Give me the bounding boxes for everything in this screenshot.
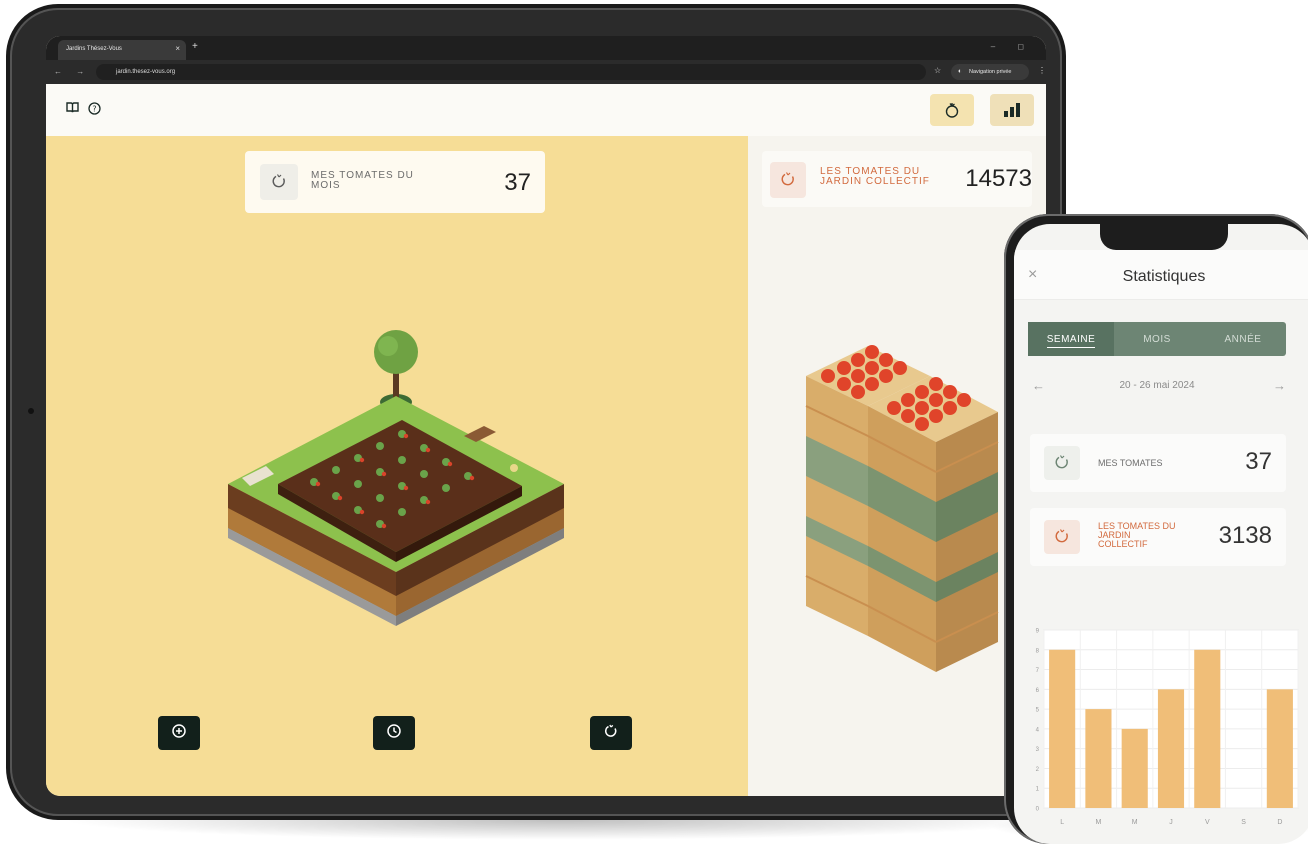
tomato-icon [260,164,298,200]
clock-icon [387,724,401,738]
chart-bar [1121,728,1148,808]
chart-y-tick-label: 9 [1036,629,1040,635]
browser-tab[interactable]: Jardins Thésez-Vous × [58,40,186,60]
tab-week-label: SEMAINE [1046,334,1096,348]
chart-bar [1085,709,1112,808]
private-label: Navigation privée [969,69,1012,75]
weekly-bar-chart: 0 1 2 3 4 5 6 7 8 9 L M M J V S D [1036,629,1299,826]
chart-y-tick-label: 1 [1036,787,1040,793]
harvest-button[interactable] [590,716,632,750]
star-icon[interactable]: ☆ [934,66,941,75]
stats-title: Statistiques [1122,268,1206,285]
add-button[interactable] [158,716,200,750]
garden-panel: MES TOMATES DU MOIS 37 [46,136,748,796]
stat-collective-label: LES TOMATES DU JARDIN COLLECTIF [1098,521,1176,549]
collective-tomatoes-card: LES TOMATES DU JARDIN COLLECTIF 14573 [762,151,1032,207]
chart-x-tick-label: D [1277,819,1282,826]
chart-x-tick-label: V [1205,819,1210,826]
browser-address-bar: ← → C jardin.thesez-vous.org ☆ ◐ Navigat… [46,60,1046,84]
stats-header: × Statistiques [1014,250,1308,300]
stat-mine-value: 37 [1245,448,1272,475]
tomato-icon [604,724,617,737]
browser-tab-title: Jardins Thésez-Vous [66,46,122,52]
date-range: 20 - 26 mai 2024 [1119,380,1195,391]
chart-y-tick-label: 3 [1036,747,1040,753]
date-navigator: ← 20 - 26 mai 2024 → [1028,378,1286,398]
tab-month[interactable]: MOIS [1114,322,1200,356]
chart-y-tick-label: 4 [1036,727,1040,733]
window-controls[interactable]: – ◻ [991,42,1034,51]
tomato-icon [1044,446,1080,480]
chart-x-tick-label: M [1132,819,1138,826]
new-tab-button[interactable]: + [192,42,198,52]
period-tabs: SEMAINE MOIS ANNÉE [1028,322,1286,356]
tab-month-label: MOIS [1143,334,1171,345]
browser-tab-bar: Jardins Thésez-Vous × + – ◻ [46,36,1046,60]
chart-y-tick-label: 8 [1036,648,1040,654]
tab-close-icon[interactable]: × [175,44,180,53]
chart-x-tick-label: J [1169,819,1173,826]
svg-text:?: ? [92,105,96,114]
collective-tomatoes-label: LES TOMATES DU JARDIN COLLECTIF [820,166,930,187]
help-icon[interactable]: ? [88,102,101,118]
private-browsing-badge[interactable]: ◐ Navigation privée [951,64,1029,80]
marketing-composite: Jardins Thésez-Vous × + – ◻ ← → C jardin… [0,0,1308,844]
chart-y-tick-label: 7 [1036,668,1040,674]
stat-card-mine: MES TOMATES 37 [1030,434,1286,492]
tab-week[interactable]: SEMAINE [1028,322,1114,356]
chart-y-tick-label: 5 [1036,708,1040,714]
chart-bar [1157,689,1185,808]
phone-notch [1100,224,1228,250]
add-icon [172,724,186,738]
tomato-button[interactable] [930,94,974,126]
my-tomatoes-card: MES TOMATES DU MOIS 37 [245,151,545,213]
stat-card-collective: LES TOMATES DU JARDIN COLLECTIF 3138 [1030,508,1286,566]
chart-x-tick-label: S [1241,819,1246,826]
url-text: jardin.thesez-vous.org [116,69,176,75]
isometric-garden-illustration [228,330,564,626]
my-tomatoes-value: 37 [504,169,531,196]
tablet-camera [28,408,34,414]
url-field[interactable]: jardin.thesez-vous.org [96,64,926,80]
stats-button[interactable] [990,94,1034,126]
phone-screen: × Statistiques SEMAINE MOIS ANNÉE ← 20 -… [1014,224,1308,844]
garden-actions [46,716,748,756]
tomato-icon [1044,520,1080,554]
collective-panel: LES TOMATES DU JARDIN COLLECTIF 14573 [748,136,1046,796]
my-tomatoes-label: MES TOMATES DU MOIS [311,170,414,191]
chart-bar [1194,649,1221,808]
collective-tomatoes-value: 14573 [965,165,1032,192]
tablet-screen: Jardins Thésez-Vous × + – ◻ ← → C jardin… [46,36,1046,796]
tablet-device: Jardins Thésez-Vous × + – ◻ ← → C jardin… [10,8,1062,816]
chart-y-tick-label: 2 [1036,767,1040,773]
stat-collective-value: 3138 [1218,522,1272,549]
tab-year[interactable]: ANNÉE [1200,322,1286,356]
tomato-icon [770,162,806,198]
app-header: ? [46,84,1046,136]
tomato-icon [930,102,974,121]
chart-bar [1049,649,1076,808]
chart-x-tick-label: L [1060,819,1064,826]
stat-mine-label: MES TOMATES [1098,458,1163,468]
phone-device: × Statistiques SEMAINE MOIS ANNÉE ← 20 -… [1004,214,1308,844]
incognito-icon: ◐ [958,68,963,75]
crates-stack-illustration [805,345,999,672]
tab-year-label: ANNÉE [1224,334,1262,345]
stats-bars-icon [1004,103,1020,117]
book-icon[interactable] [66,102,79,116]
browser-menu-icon[interactable]: ⋮ [1038,66,1046,75]
chart-y-tick-label: 6 [1036,688,1040,694]
chart-y-tick-label: 0 [1036,807,1040,813]
arrow-right-icon[interactable]: → [1273,378,1286,393]
history-button[interactable] [373,716,415,750]
chart-x-tick-label: M [1096,819,1102,826]
chart-bar [1266,689,1293,808]
